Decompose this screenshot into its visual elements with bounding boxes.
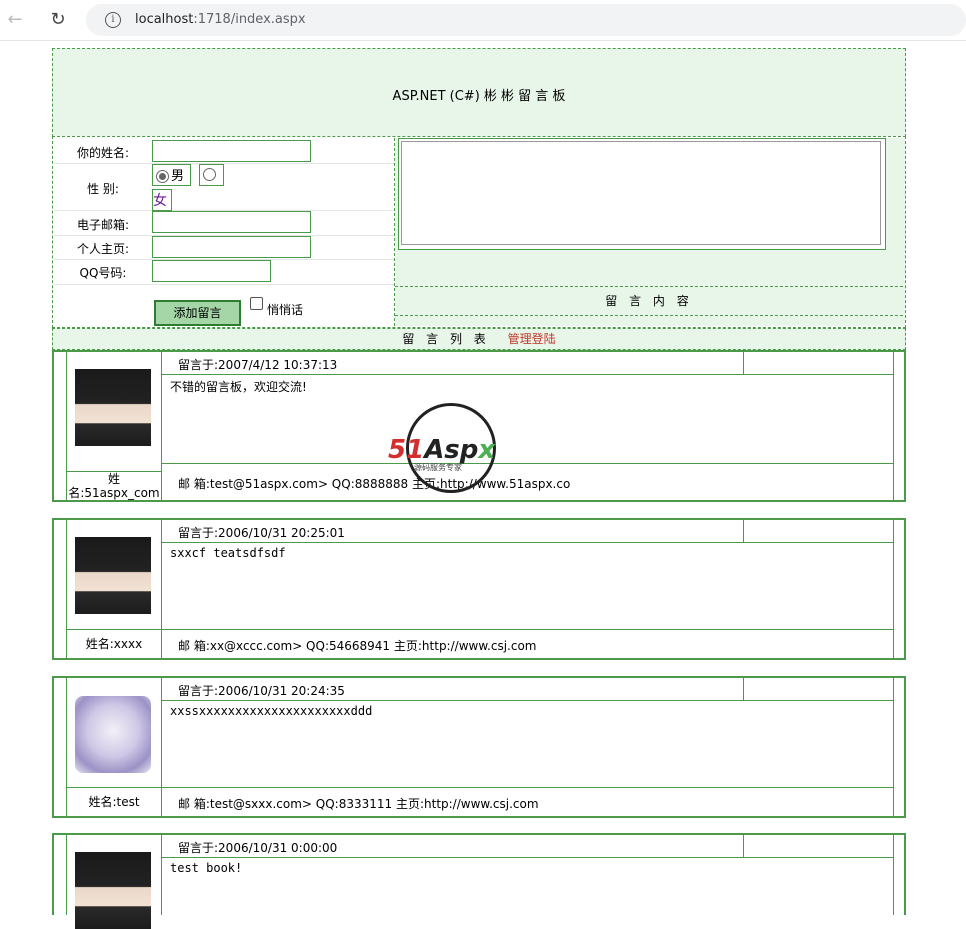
message-author-col: 姓名:51aspx_com — [67, 352, 162, 500]
message-list-title: 留 言 列 表 — [402, 332, 490, 346]
date-divider — [743, 835, 744, 857]
author-name-text: 姓名:51aspx_com — [68, 472, 160, 500]
male-radio[interactable] — [156, 170, 169, 183]
author-name: 姓名:test — [67, 787, 161, 816]
name-row: 你的姓名: — [54, 138, 394, 164]
date-divider — [743, 520, 744, 542]
gender-male-option[interactable]: 男 — [152, 164, 191, 186]
email-label: 电子邮箱: — [76, 218, 130, 232]
gender-row: 性 别: 男 女 — [54, 163, 394, 211]
content-label: 留 言 内 容 — [395, 286, 903, 316]
avatar — [75, 537, 151, 614]
admin-login-link[interactable]: 管理登陆 — [508, 332, 556, 346]
homepage-input[interactable] — [152, 236, 311, 258]
message-author-col: 姓名:test — [67, 678, 162, 816]
content-panel: 留 言 内 容 — [395, 138, 905, 326]
avatar — [75, 696, 151, 773]
add-message-button[interactable]: 添加留言 — [154, 300, 241, 326]
message-contact: 邮 箱:test@sxxx.com> QQ:8333111 主页:http://… — [178, 797, 539, 811]
homepage-label: 个人主页: — [76, 242, 130, 256]
author-name: 姓名:51aspx_com — [67, 471, 161, 500]
message-contact-row: 邮 箱:xx@xccc.com> QQ:54668941 主页:http://w… — [162, 629, 893, 658]
message-date: 留言于:2006/10/31 20:24:35 — [178, 684, 345, 698]
brand-x: x — [478, 435, 496, 465]
message-list-bar: 留 言 列 表 管理登陆 — [52, 328, 906, 350]
message-date-row: 留言于:2006/10/31 20:25:01 — [162, 520, 893, 543]
message-inner: 留言于:2006/10/31 0:00:00 test book! — [66, 835, 894, 929]
message-inner: 姓名:test 留言于:2006/10/31 20:24:35 xxssxxxx… — [66, 678, 894, 816]
whisper-checkbox[interactable] — [250, 297, 263, 310]
qq-row: QQ号码: — [54, 259, 394, 285]
message-form: 你的姓名: 性 别: 男 女 电子邮箱: 个人主页: QQ号码: 添加留言 悄悄… — [52, 136, 906, 328]
message-item: 姓名:xxxx 留言于:2006/10/31 20:25:01 sxxcf te… — [52, 518, 906, 660]
51aspx-watermark-logo: 51Aspx 源码服务专家 — [388, 403, 512, 493]
form-fields: 你的姓名: 性 别: 男 女 电子邮箱: 个人主页: QQ号码: 添加留言 悄悄… — [54, 138, 395, 326]
message-body: sxxcf teatsdfsdf — [170, 546, 286, 560]
reload-icon[interactable]: ↻ — [46, 8, 70, 32]
female-radio[interactable] — [203, 168, 216, 181]
female-label-box[interactable]: 女 — [152, 189, 172, 211]
message-date-row: 留言于:2006/10/31 0:00:00 — [162, 835, 893, 858]
author-name: 姓名:xxxx — [67, 629, 161, 658]
message-date: 留言于:2006/10/31 0:00:00 — [178, 841, 338, 855]
message-item: 姓名:test 留言于:2006/10/31 20:24:35 xxssxxxx… — [52, 676, 906, 818]
message-body: 不错的留言板，欢迎交流! — [170, 380, 307, 394]
url-host: localhost — [135, 12, 194, 27]
whisper-label: 悄悄话 — [267, 303, 304, 317]
message-date-row: 留言于:2007/4/12 10:37:13 — [162, 352, 893, 375]
message-author-col: 姓名:xxxx — [67, 520, 162, 658]
message-item: 留言于:2006/10/31 0:00:00 test book! — [52, 833, 906, 929]
message-date: 留言于:2006/10/31 20:25:01 — [178, 526, 345, 540]
message-contact-row: 邮 箱:test@51aspx.com> QQ:8888888 主页:http:… — [162, 463, 893, 500]
page-header: ASP.NET (C#) 彬 彬 留 言 板 — [52, 48, 906, 137]
female-label: 女 — [153, 193, 167, 209]
gender-female-radio-box[interactable] — [199, 164, 224, 186]
avatar — [75, 852, 151, 929]
browser-toolbar: ← ↻ i localhost:1718/index.aspx — [0, 0, 966, 41]
message-body: xxssxxxxxxxxxxxxxxxxxxxxxddd — [170, 704, 373, 718]
watermark-brand: 51Aspx — [388, 435, 495, 465]
back-arrow-icon[interactable]: ← — [3, 8, 27, 32]
email-input[interactable] — [152, 211, 311, 233]
brand-51: 51 — [388, 435, 425, 465]
message-author-col — [67, 835, 162, 929]
message-body: test book! — [170, 861, 243, 875]
message-date-row: 留言于:2006/10/31 20:24:35 — [162, 678, 893, 701]
page-title: ASP.NET (C#) 彬 彬 留 言 板 — [392, 89, 566, 104]
content-textarea[interactable] — [401, 141, 881, 245]
watermark-subtitle: 源码服务专家 — [414, 463, 462, 472]
url-path: :1718/index.aspx — [193, 12, 306, 27]
qq-label: QQ号码: — [79, 266, 127, 280]
male-label: 男 — [171, 169, 185, 184]
brand-asp: Asp — [424, 435, 479, 465]
address-bar[interactable]: i localhost:1718/index.aspx — [86, 4, 966, 36]
avatar — [75, 369, 151, 446]
message-contact-row: 邮 箱:test@sxxx.com> QQ:8333111 主页:http://… — [162, 787, 893, 816]
message-inner: 姓名:xxxx 留言于:2006/10/31 20:25:01 sxxcf te… — [66, 520, 894, 658]
message-date: 留言于:2007/4/12 10:37:13 — [178, 358, 338, 372]
name-label: 你的姓名: — [76, 146, 130, 160]
qq-input[interactable] — [152, 260, 271, 282]
date-divider — [743, 352, 744, 374]
message-contact: 邮 箱:xx@xccc.com> QQ:54668941 主页:http://w… — [178, 639, 537, 653]
name-input[interactable] — [152, 140, 311, 162]
homepage-row: 个人主页: — [54, 235, 394, 260]
content-textarea-frame — [398, 138, 886, 250]
date-divider — [743, 678, 744, 700]
info-icon[interactable]: i — [105, 12, 121, 28]
gender-label: 性 别: — [87, 182, 119, 196]
url-text[interactable]: localhost:1718/index.aspx — [135, 12, 306, 27]
email-row: 电子邮箱: — [54, 210, 394, 236]
